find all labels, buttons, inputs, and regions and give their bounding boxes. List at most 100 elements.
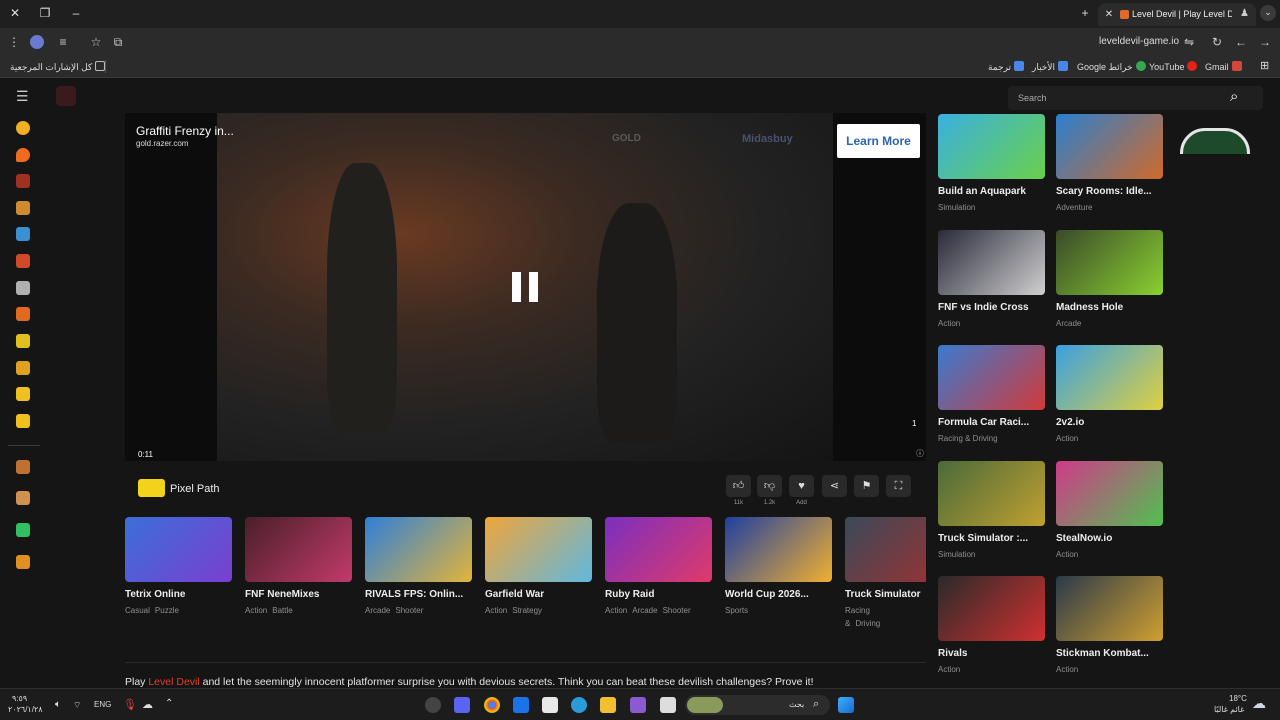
sidebar-item-game-4[interactable] — [16, 254, 30, 268]
bookmark-gmail[interactable]: Gmail — [1205, 61, 1245, 72]
sidebar-item-category-2[interactable] — [16, 491, 30, 505]
store-icon[interactable] — [542, 697, 558, 713]
minimize-window-icon[interactable]: – — [69, 6, 83, 20]
game-card[interactable]: Truck Simulator :... Simulation — [938, 460, 1045, 561]
game-card[interactable]: RIVALS FPS: Onlin... Arcade Shooter — [365, 517, 473, 617]
game-title[interactable]: 2v2.io — [1056, 417, 1163, 428]
clock-date[interactable]: ٢٠٢٦/١/٢٨ — [8, 705, 43, 714]
game-thumbnail[interactable] — [1056, 114, 1163, 179]
game-title[interactable]: FNF NeneMixes — [245, 589, 353, 600]
game-card[interactable]: Garfield War Action Strategy — [485, 517, 593, 617]
game-tag[interactable]: Arcade — [632, 606, 657, 615]
restore-window-icon[interactable]: ❐ — [38, 6, 52, 20]
game-title[interactable]: Stickman Kombat... — [1056, 648, 1163, 659]
game-tag[interactable]: Casual — [125, 606, 150, 615]
copilot-icon[interactable] — [630, 697, 646, 713]
game-thumbnail[interactable] — [1056, 345, 1163, 410]
game-thumbnail[interactable] — [938, 576, 1045, 641]
game-tag[interactable]: Strategy — [512, 606, 542, 615]
learn-more-button[interactable]: Learn More — [837, 124, 920, 158]
taskbar-search[interactable]: بحث ⌕ — [685, 695, 830, 715]
game-title[interactable]: Scary Rooms: Idle... — [1056, 186, 1163, 197]
like-icon[interactable]: 👍︎ — [726, 475, 751, 497]
game-title[interactable]: Madness Hole — [1056, 302, 1163, 313]
game-tag[interactable]: Arcade — [1056, 319, 1081, 328]
game-card[interactable]: Formula Car Raci... Racing & Driving — [938, 345, 1045, 445]
pause-icon[interactable] — [512, 272, 538, 302]
game-title[interactable]: Build an Aquapark — [938, 186, 1045, 197]
sidebar-item-game-3[interactable] — [16, 227, 30, 241]
game-thumbnail[interactable] — [938, 229, 1045, 295]
ad-title[interactable]: Graffiti Frenzy in... — [136, 124, 234, 138]
game-card[interactable]: FNF NeneMixes Action Battle — [245, 517, 353, 617]
translate-icon[interactable]: ⧉ — [110, 34, 126, 50]
sidebar-item-game-5[interactable] — [16, 281, 30, 295]
all-bookmarks[interactable]: كل الإشارات المرجعية — [10, 61, 108, 73]
tab-list-icon[interactable]: ≡ — [55, 34, 71, 50]
game-title[interactable]: Formula Car Raci... — [938, 417, 1045, 428]
game-thumbnail[interactable] — [605, 517, 712, 582]
sidebar-item-game-2[interactable] — [16, 201, 30, 215]
sidebar-item-game-8[interactable] — [16, 361, 30, 375]
sidebar-item-game-6[interactable] — [16, 307, 30, 321]
search-box[interactable]: Search ⌕ — [1008, 86, 1263, 110]
dislike-icon[interactable]: 👎︎ — [757, 475, 782, 497]
sidebar-item-game-1[interactable] — [16, 174, 30, 188]
address-bar-url[interactable]: leveldevil-game.io — [1099, 36, 1179, 47]
game-tag[interactable]: Adventure — [1056, 203, 1092, 212]
game-tag[interactable]: Shooter — [395, 606, 423, 615]
game-thumbnail[interactable] — [845, 517, 926, 582]
bookmark-star-icon[interactable]: ☆ — [88, 34, 104, 50]
sidebar-item-category-4[interactable] — [16, 555, 30, 569]
bookmark-news[interactable]: الأخبار — [1032, 61, 1071, 73]
site-logo[interactable] — [56, 86, 76, 106]
sidebar-item-game-9[interactable] — [16, 387, 30, 401]
discord-icon[interactable] — [454, 697, 470, 713]
game-thumbnail[interactable] — [245, 517, 352, 582]
back-icon[interactable]: ← — [1233, 34, 1249, 50]
game-tag[interactable]: Action — [1056, 434, 1078, 443]
search-input[interactable]: Search — [1018, 93, 1047, 103]
game-title[interactable]: StealNow.io — [1056, 533, 1163, 544]
game-thumbnail[interactable] — [485, 517, 592, 582]
video-ad-player[interactable]: GOLD Midasbuy Graffiti Frenzy in... gold… — [125, 113, 926, 461]
game-title[interactable]: FNF vs Indie Cross — [938, 302, 1045, 313]
volume-icon[interactable]: 🔈︎ — [55, 699, 61, 710]
game-thumbnail[interactable] — [1056, 460, 1163, 526]
report-flag-icon[interactable]: ⚑ — [854, 475, 879, 497]
game-tag[interactable]: Action — [1056, 550, 1078, 559]
language-indicator[interactable]: ENG — [94, 700, 111, 709]
weather-temp[interactable]: 18°C — [1229, 694, 1247, 703]
chrome-icon[interactable] — [484, 697, 500, 713]
game-card[interactable]: Build an Aquapark Simulation — [938, 114, 1045, 214]
game-tag[interactable]: Action — [938, 319, 960, 328]
sidebar-item-category-3[interactable] — [16, 523, 30, 537]
reload-icon[interactable]: ↻ — [1209, 34, 1225, 50]
game-card[interactable]: 2v2.io Action — [1056, 345, 1163, 445]
game-tag[interactable]: Simulation — [938, 550, 975, 559]
microphone-icon[interactable]: 🎙︎ — [123, 698, 137, 711]
wifi-icon[interactable]: ⌔ — [73, 700, 81, 711]
game-card[interactable]: Scary Rooms: Idle... Adventure — [1056, 114, 1163, 214]
menu-dots-icon[interactable]: ⋮ — [6, 34, 22, 50]
game-title[interactable]: Ruby Raid — [605, 589, 713, 600]
game-title[interactable]: RIVALS FPS: Onlin... — [365, 589, 473, 600]
weather-cloud-icon[interactable]: ☁ — [1252, 695, 1266, 712]
game-tag[interactable]: Sports — [725, 606, 748, 615]
sidebar-item-hot[interactable] — [16, 148, 30, 162]
sidebar-item-game-7[interactable] — [16, 334, 30, 348]
pixel-path-thumbnail[interactable] — [138, 479, 165, 497]
game-card[interactable]: Rivals Action — [938, 576, 1045, 676]
windows-start-icon[interactable] — [838, 697, 854, 713]
ad-info-icon[interactable]: ⓘ — [916, 448, 924, 459]
share-icon[interactable]: ⋖ — [822, 475, 847, 497]
search-icon[interactable]: ⌕ — [1230, 88, 1238, 105]
game-title[interactable]: Truck Simulator :... — [938, 533, 1045, 544]
game-tag[interactable]: Racing & Driving — [938, 434, 998, 443]
game-thumbnail[interactable] — [938, 345, 1045, 410]
file-explorer-icon[interactable] — [600, 697, 616, 713]
game-card[interactable]: Truck Simulator Racing & Driving — [845, 517, 926, 630]
sidebar-item-category-1[interactable] — [16, 460, 30, 474]
game-card[interactable]: StealNow.io Action — [1056, 460, 1163, 561]
game-title[interactable]: Tetrix Online — [125, 589, 233, 600]
